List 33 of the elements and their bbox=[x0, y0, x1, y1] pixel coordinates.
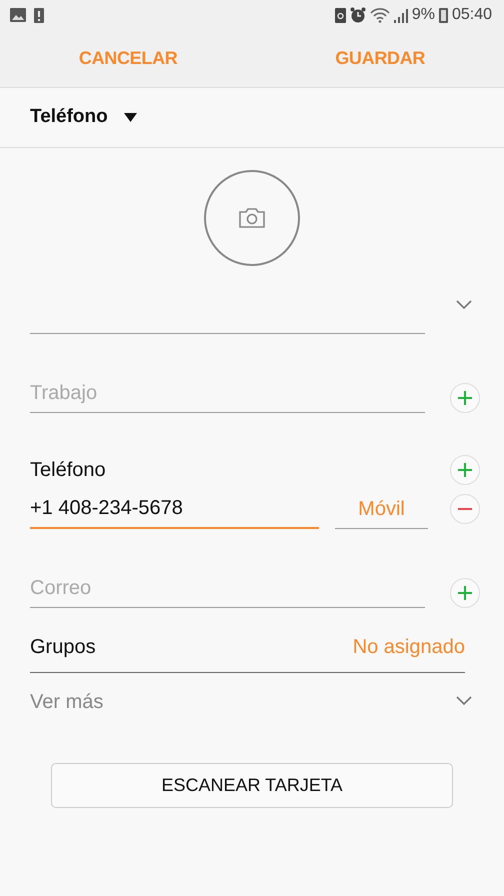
remove-button[interactable] bbox=[450, 494, 480, 524]
image-icon bbox=[10, 8, 26, 22]
scan-card-button[interactable]: ESCANEAR TARJETA bbox=[51, 763, 453, 808]
phone-field[interactable]: +1 408-234-5678 bbox=[30, 489, 319, 529]
alarm-icon bbox=[350, 7, 366, 23]
add-button[interactable] bbox=[450, 383, 480, 413]
chevron-down-icon[interactable] bbox=[456, 696, 472, 706]
battery-percent: 9% bbox=[412, 5, 435, 25]
plus-icon bbox=[457, 390, 473, 406]
plus-icon bbox=[457, 462, 473, 478]
see-more-link[interactable]: Ver más bbox=[30, 687, 104, 717]
battery-icon bbox=[438, 7, 448, 23]
camera-icon bbox=[238, 207, 266, 229]
minus-icon bbox=[457, 507, 473, 511]
wifi-icon bbox=[370, 7, 390, 23]
text-field[interactable]: Trabajo bbox=[30, 374, 425, 413]
battery-alert-icon bbox=[34, 7, 44, 23]
chevron-down-icon[interactable] bbox=[456, 300, 472, 310]
photo-button[interactable] bbox=[204, 170, 300, 266]
plus-icon bbox=[457, 585, 473, 601]
text-field[interactable]: Correo bbox=[30, 569, 425, 608]
groups-label: Grupos bbox=[30, 635, 96, 660]
clock: 05:40 bbox=[452, 5, 492, 25]
signal-icon bbox=[394, 7, 408, 23]
dropdown-triangle-icon bbox=[124, 113, 137, 122]
section-label: Teléfono bbox=[30, 458, 106, 483]
groups-value[interactable]: No asignado bbox=[352, 632, 465, 662]
add-button[interactable] bbox=[450, 455, 480, 485]
account-dropdown[interactable]: Teléfono bbox=[30, 103, 137, 132]
cancel-button[interactable]: CANCELAR bbox=[72, 44, 184, 73]
phone-type-dropdown[interactable]: Móvil bbox=[335, 490, 428, 528]
add-button[interactable] bbox=[450, 578, 480, 608]
save-button[interactable]: GUARDAR bbox=[329, 44, 432, 73]
